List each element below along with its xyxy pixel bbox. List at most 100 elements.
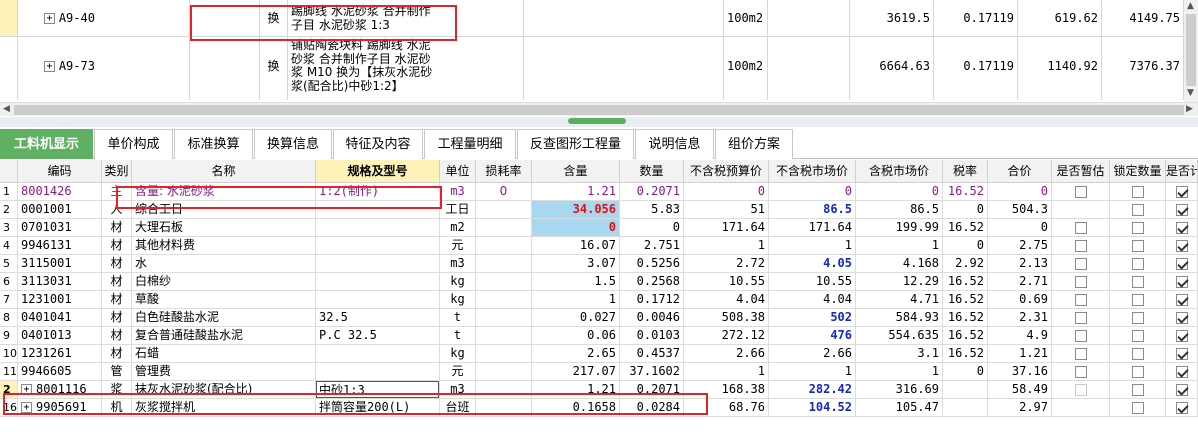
column-header[interactable]: 不含税预算价 — [684, 160, 769, 183]
spec-cell[interactable] — [316, 345, 440, 363]
lock-cell[interactable] — [1110, 291, 1166, 309]
name-cell[interactable]: 大理石板 — [132, 219, 316, 237]
splitter-grip[interactable] — [568, 118, 626, 124]
market-price-cell[interactable]: 502 — [769, 309, 856, 327]
tab-standard-conversion[interactable]: 标准换算 — [174, 129, 253, 159]
market-price-cell[interactable]: 0 — [769, 183, 856, 201]
column-header[interactable]: 不含税市场价 — [769, 160, 856, 183]
loss-cell[interactable] — [476, 273, 532, 291]
checkbox[interactable] — [1074, 185, 1087, 198]
qty-cell[interactable]: 0.5256 — [620, 255, 684, 273]
market-price-cell[interactable]: 2.66 — [769, 345, 856, 363]
content-cell[interactable]: 16.07 — [532, 237, 620, 255]
checkbox[interactable] — [1131, 203, 1144, 216]
calc-cell[interactable] — [1166, 273, 1198, 291]
category-cell[interactable]: 管 — [102, 363, 132, 381]
table-row[interactable]: 5 3115001 材水 m3 3.07 0.5256 2.72 4.05 4.168 2.92 2… — [0, 255, 1198, 273]
spec-cell[interactable] — [316, 273, 440, 291]
scroll-right-icon[interactable]: ▶ — [1186, 104, 1193, 114]
market-price-cell[interactable]: 282.42 — [769, 381, 856, 399]
checkbox[interactable] — [1074, 383, 1087, 396]
checkbox[interactable] — [1074, 257, 1087, 270]
checkbox[interactable] — [1175, 383, 1188, 396]
checkbox[interactable] — [1074, 293, 1087, 306]
tax-market-price-cell[interactable]: 4.71 — [856, 291, 943, 309]
checkbox[interactable] — [1131, 365, 1144, 378]
total-cell[interactable]: 0 — [988, 183, 1052, 201]
calc-cell[interactable] — [1166, 381, 1198, 399]
table-row[interactable]: 4 9946131 材其他材料费元 16.07 2.751 1 1 1 0 2.75 — [0, 237, 1198, 255]
qty-cell[interactable]: 0.4537 — [620, 345, 684, 363]
checkbox[interactable] — [1131, 239, 1144, 252]
content-cell[interactable]: 0.027 — [532, 309, 620, 327]
content-cell[interactable]: 1.21 — [532, 183, 620, 201]
qty-cell[interactable]: 0.2071 — [620, 183, 684, 201]
column-header[interactable]: 单位 — [440, 160, 476, 183]
code-cell[interactable]: + A9-73 — [18, 37, 190, 100]
tab-reverse-lookup[interactable]: 反查图形工程量 — [517, 129, 634, 159]
tab-description[interactable]: 说明信息 — [635, 129, 714, 159]
qty-cell[interactable]: 5.83 — [620, 201, 684, 219]
lock-cell[interactable] — [1110, 327, 1166, 345]
lock-cell[interactable] — [1110, 363, 1166, 381]
code-cell[interactable]: 3113031 — [18, 273, 102, 291]
scroll-left-icon[interactable]: ◀ — [3, 104, 10, 114]
estimate-cell[interactable] — [1052, 345, 1110, 363]
budget-price-cell[interactable]: 1 — [684, 363, 769, 381]
unit-cell[interactable]: m3 — [440, 255, 476, 273]
tax-market-price-cell[interactable]: 316.69 — [856, 381, 943, 399]
budget-price-cell[interactable]: 1 — [684, 237, 769, 255]
column-header[interactable]: 含税市场价 — [856, 160, 943, 183]
market-price-cell[interactable]: 4.05 — [769, 255, 856, 273]
name-cell[interactable]: 管理费 — [132, 363, 316, 381]
tax-market-price-cell[interactable]: 3.1 — [856, 345, 943, 363]
code-cell[interactable]: + A9-40 — [18, 0, 190, 36]
column-header[interactable]: 类别 — [102, 160, 132, 183]
estimate-cell[interactable] — [1052, 219, 1110, 237]
tax-rate-cell[interactable]: 16.52 — [943, 327, 988, 345]
code-cell[interactable]: 0001001 — [18, 201, 102, 219]
estimate-cell[interactable] — [1052, 255, 1110, 273]
total-cell[interactable]: 58.49 — [988, 381, 1052, 399]
table-row[interactable]: 11 9946605 管管理费元 217.07 37.1602 1 1 1 0 37.16 — [0, 363, 1198, 381]
column-header[interactable]: 是否计 — [1166, 160, 1198, 183]
tax-rate-cell[interactable]: 0 — [943, 363, 988, 381]
estimate-cell[interactable] — [1052, 273, 1110, 291]
spec-cell[interactable] — [316, 363, 440, 381]
tab-quantity-details[interactable]: 工程量明细 — [424, 129, 516, 159]
calc-cell[interactable] — [1166, 291, 1198, 309]
unit-cell[interactable]: t — [440, 309, 476, 327]
lock-cell[interactable] — [1110, 345, 1166, 363]
calc-cell[interactable] — [1166, 399, 1198, 417]
unit-cell[interactable]: m3 — [440, 183, 476, 201]
market-price-cell[interactable]: 1 — [769, 363, 856, 381]
qty-cell[interactable]: 0.1712 — [620, 291, 684, 309]
name-cell[interactable]: 石蜡 — [132, 345, 316, 363]
estimate-cell[interactable] — [1052, 291, 1110, 309]
column-header[interactable]: 锁定数量 — [1110, 160, 1166, 183]
estimate-cell[interactable] — [1052, 237, 1110, 255]
tax-rate-cell[interactable] — [943, 381, 988, 399]
checkbox[interactable] — [1131, 383, 1144, 396]
calc-cell[interactable] — [1166, 327, 1198, 345]
budget-price-cell[interactable]: 272.12 — [684, 327, 769, 345]
estimate-cell[interactable] — [1052, 327, 1110, 345]
tax-market-price-cell[interactable]: 584.93 — [856, 309, 943, 327]
calc-cell[interactable] — [1166, 363, 1198, 381]
code-cell[interactable]: 3115001 — [18, 255, 102, 273]
scroll-down-icon[interactable]: ▼ — [1187, 88, 1194, 98]
lock-cell[interactable] — [1110, 201, 1166, 219]
tab-unit-price[interactable]: 单价构成 — [94, 129, 173, 159]
budget-price-cell[interactable]: 2.66 — [684, 345, 769, 363]
checkbox[interactable] — [1175, 221, 1188, 234]
market-price-cell[interactable]: 476 — [769, 327, 856, 345]
estimate-cell[interactable] — [1052, 381, 1110, 399]
unit-cell[interactable]: 工日 — [440, 201, 476, 219]
market-price-cell[interactable]: 104.52 — [769, 399, 856, 417]
calc-cell[interactable] — [1166, 345, 1198, 363]
category-cell[interactable]: 材 — [102, 273, 132, 291]
tax-rate-cell[interactable]: 0 — [943, 201, 988, 219]
tab-material-machine[interactable]: 工料机显示 — [0, 129, 93, 159]
budget-price-cell[interactable]: 51 — [684, 201, 769, 219]
total-cell[interactable]: 2.31 — [988, 309, 1052, 327]
